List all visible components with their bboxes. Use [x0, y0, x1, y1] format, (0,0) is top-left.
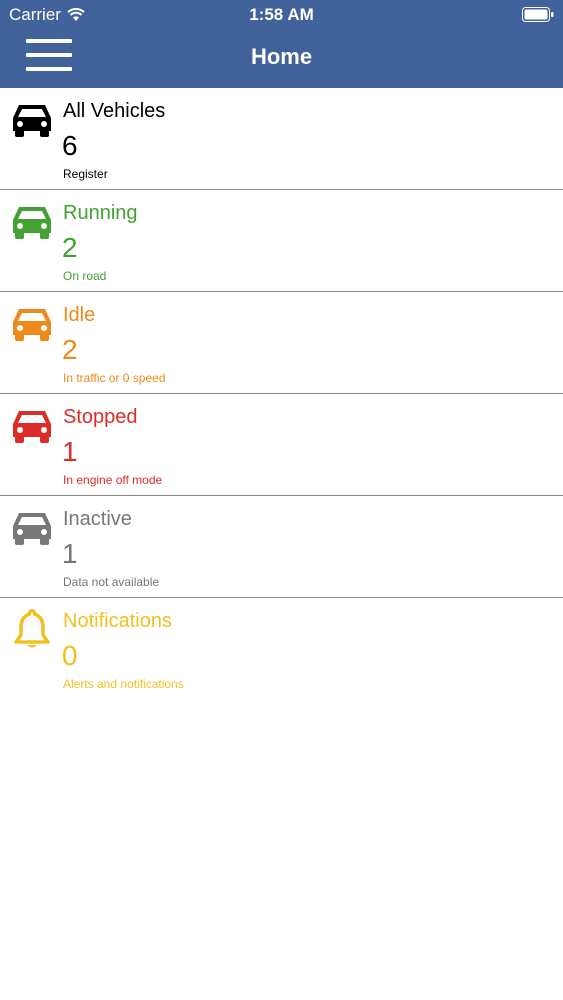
list-item-inactive[interactable]: Inactive 1 Data not available: [0, 496, 563, 598]
row-count: 1: [62, 538, 78, 569]
row-count: 0: [62, 640, 78, 671]
row-title: Notifications: [63, 610, 172, 632]
row-title: All Vehicles: [63, 100, 166, 122]
header-bar: Carrier 1:58 AM Home: [0, 0, 563, 88]
row-subtitle: In traffic or 0 speed: [63, 371, 166, 385]
row-count: 2: [62, 232, 78, 263]
page-title: Home: [250, 44, 313, 69]
row-subtitle: Alerts and notifications: [63, 677, 184, 691]
list-item-notifications[interactable]: Notifications 0 Alerts and notifications: [0, 598, 563, 699]
row-subtitle: In engine off mode: [63, 473, 163, 487]
list-item-stopped[interactable]: Stopped 1 In engine off mode: [0, 394, 563, 496]
row-subtitle: Data not available: [63, 575, 160, 589]
list-item-idle[interactable]: Idle 2 In traffic or 0 speed: [0, 292, 563, 394]
car-icon: [13, 309, 51, 341]
row-subtitle: On road: [63, 269, 107, 283]
list-item-all-vehicles[interactable]: All Vehicles 6 Register: [0, 88, 563, 190]
row-count: 1: [62, 436, 78, 467]
row-title: Running: [63, 202, 138, 224]
row-title: Idle: [63, 304, 96, 326]
row-subtitle: Register: [63, 167, 108, 181]
car-icon: [13, 105, 51, 137]
bell-icon: [14, 609, 50, 648]
row-title: Inactive: [63, 508, 132, 530]
car-icon: [13, 207, 51, 239]
vehicle-status-list: All Vehicles 6 Register Running 2 On roa…: [0, 88, 563, 699]
battery-icon: [522, 7, 554, 28]
status-time: 1:58 AM: [249, 5, 314, 24]
row-title: Stopped: [63, 406, 138, 428]
nav-bar: Home: [0, 30, 563, 88]
status-bar: Carrier 1:58 AM: [0, 0, 563, 30]
row-count: 6: [62, 130, 78, 161]
list-item-running[interactable]: Running 2 On road: [0, 190, 563, 292]
car-icon: [13, 411, 51, 443]
car-icon: [13, 513, 51, 545]
row-count: 2: [62, 334, 78, 365]
